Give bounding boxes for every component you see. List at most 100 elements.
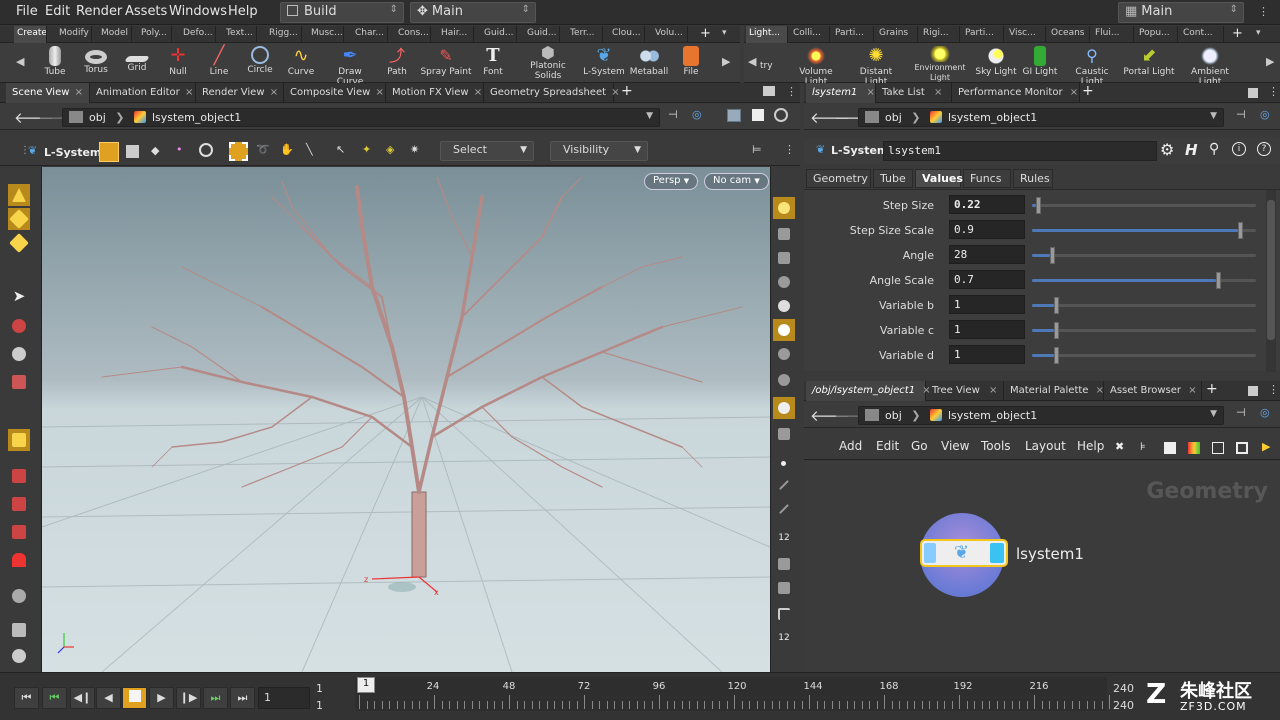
variable-d-field[interactable]: 1 (949, 345, 1025, 364)
shelf-tab-constraints[interactable]: Cons... (395, 26, 431, 43)
pin-icon[interactable]: ⊣ (668, 108, 678, 121)
chevron-down-icon[interactable]: ▼ (1210, 111, 1217, 121)
scene-viewport[interactable]: x z Persp ▼ No cam ▼ (42, 167, 770, 672)
viewport-options-icon[interactable]: ⊨ (752, 143, 762, 156)
close-icon[interactable]: × (75, 87, 83, 98)
move-tool[interactable] (8, 315, 30, 337)
timeline-ruler[interactable]: 24 48 72 96 120 144 168 192 216 1 (355, 677, 1110, 711)
viewport-path-field[interactable]: obj ❯ lsystem_object1 ▼ (62, 108, 660, 127)
lock-camera-button[interactable] (773, 247, 795, 269)
tab-asset-browser[interactable]: Asset Browser × (1104, 381, 1202, 401)
network-editor[interactable]: Geometry ❦ lsystem1 (804, 461, 1280, 672)
z-axis-handle[interactable] (371, 576, 420, 580)
tool-portal-light[interactable]: ⬋ Portal Light (1122, 46, 1176, 78)
object-mode-icon[interactable] (126, 145, 139, 158)
display-options-button[interactable] (773, 197, 795, 219)
pane-maximize-icon[interactable] (1248, 88, 1258, 98)
tool-path[interactable]: ⤴ Path (371, 46, 423, 77)
close-icon[interactable]: × (375, 87, 383, 98)
handle-tool-2[interactable] (8, 208, 30, 230)
add-shelf-icon[interactable]: + (700, 26, 711, 41)
tab-render-view[interactable]: Render View × (196, 83, 284, 103)
pane-menu-icon[interactable]: ⋮ (1268, 383, 1279, 396)
hand-button[interactable] (773, 553, 795, 575)
shelf-tab-grains[interactable]: Grains (876, 26, 918, 43)
sphere-tool[interactable] (8, 645, 30, 667)
network-menu-view[interactable]: View (941, 439, 969, 453)
shelf-tab-particle-fluids[interactable]: Parti... (962, 26, 1004, 43)
chevron-down-icon[interactable]: ▼ (646, 111, 653, 121)
select-visible-icon[interactable]: ◈ (386, 143, 394, 156)
close-icon[interactable]: × (1188, 385, 1196, 396)
network-menu-help[interactable]: Help (1077, 439, 1104, 453)
select-mode-icon[interactable] (99, 142, 119, 162)
network-menu-edit[interactable]: Edit (876, 439, 899, 453)
info-icon[interactable]: i (1232, 142, 1246, 156)
path-node[interactable]: lsystem_object1 (152, 111, 241, 124)
tab-animation-editor[interactable]: Animation Editor × (90, 83, 196, 103)
param-tab-funcs[interactable]: Funcs (963, 169, 1011, 188)
help-icon[interactable]: ? (1257, 142, 1271, 156)
close-icon[interactable]: × (474, 87, 482, 98)
shelf-tab-viscous[interactable]: Visc... (1006, 26, 1046, 43)
variable-b-slider[interactable] (1032, 297, 1256, 314)
param-tab-rules[interactable]: Rules (1013, 169, 1053, 188)
cube-icon[interactable] (727, 109, 741, 122)
search-icon[interactable]: ⚲ (1209, 141, 1219, 157)
close-icon[interactable]: × (270, 87, 278, 98)
shelf-scroll-left-icon[interactable]: ◀ (16, 55, 24, 68)
step-back-button[interactable]: ◀❙ (70, 687, 95, 709)
add-shelf-icon[interactable]: + (1232, 26, 1243, 41)
primitive-button[interactable] (773, 577, 795, 599)
step-forward-key-button[interactable]: ⏭ (203, 687, 228, 709)
angle-slider[interactable] (1032, 247, 1256, 264)
panel-icon[interactable] (1236, 442, 1248, 454)
tool-font[interactable]: T Font (467, 46, 519, 78)
shelf-scroll-left-icon[interactable]: ◀ (748, 55, 756, 68)
shelf-menu-icon[interactable]: ▾ (722, 28, 727, 38)
select-tool-icon[interactable]: ↖ (336, 143, 345, 156)
list-icon[interactable] (1164, 442, 1176, 454)
menu-windows[interactable]: Windows (169, 4, 227, 19)
paint-select-icon[interactable]: ✋ (280, 143, 294, 156)
snap-tool[interactable] (8, 549, 30, 571)
step-size-scale-slider[interactable] (1032, 222, 1256, 239)
wireframe-button[interactable] (773, 271, 795, 293)
view-tool[interactable] (8, 585, 30, 607)
render-tool[interactable] (8, 619, 30, 641)
add-tab-icon[interactable]: + (1082, 83, 1094, 99)
close-icon[interactable]: × (934, 87, 942, 98)
param-tab-values[interactable]: Values (915, 169, 963, 188)
tab-take-list[interactable]: Take List × (876, 83, 952, 103)
handle-tool-1[interactable] (8, 184, 30, 206)
params-path-field[interactable]: obj ❯ lsystem_object1 ▼ (858, 108, 1224, 127)
node-name-label[interactable]: lsystem1 (1016, 545, 1084, 563)
handle-tool-3[interactable] (8, 232, 30, 254)
param-tab-tube[interactable]: Tube (873, 169, 913, 188)
tab-lsystem1[interactable]: lsystem1 × (806, 83, 876, 103)
desktop-build-dropdown[interactable]: Build ⇕ (280, 2, 404, 23)
shelf-tab-rigging[interactable]: Rigg... (266, 26, 302, 43)
path-root[interactable]: obj (885, 409, 902, 422)
tool-distant-light[interactable]: ✺ Distant Light (850, 46, 902, 88)
snap-display-button[interactable] (773, 397, 795, 419)
shelf-tab-rigid[interactable]: Rigi... (920, 26, 960, 43)
handle-tool-6[interactable] (8, 521, 30, 543)
range-start-label[interactable]: 1 (316, 699, 323, 712)
shelf-tab-populate[interactable]: Popu... (1136, 26, 1178, 43)
network-path-field[interactable]: obj ❯ lsystem_object1 ▼ (858, 406, 1224, 425)
tool-ambient-light[interactable]: Ambient Light (1180, 46, 1240, 87)
tab-material-palette[interactable]: Material Palette × (1004, 381, 1104, 401)
tool-curve[interactable]: ∿ Curve (275, 46, 327, 78)
shelf-tab-poly[interactable]: Poly... (138, 26, 172, 43)
play-button[interactable]: ▶ (149, 687, 174, 709)
rotate-tool[interactable] (8, 343, 30, 365)
transform-handle[interactable] (388, 582, 416, 592)
shelf-tab-create[interactable]: Create (14, 26, 47, 43)
shelf-tab-deform[interactable]: Defo... (180, 26, 216, 43)
tab-network-path[interactable]: /obj/lsystem_object1 × (806, 381, 931, 401)
link-icon[interactable]: ◎ (1260, 406, 1270, 419)
variable-b-field[interactable]: 1 (949, 295, 1025, 314)
handle-tool-4[interactable] (8, 465, 30, 487)
lasso-select-icon[interactable]: ➰ (256, 143, 270, 156)
